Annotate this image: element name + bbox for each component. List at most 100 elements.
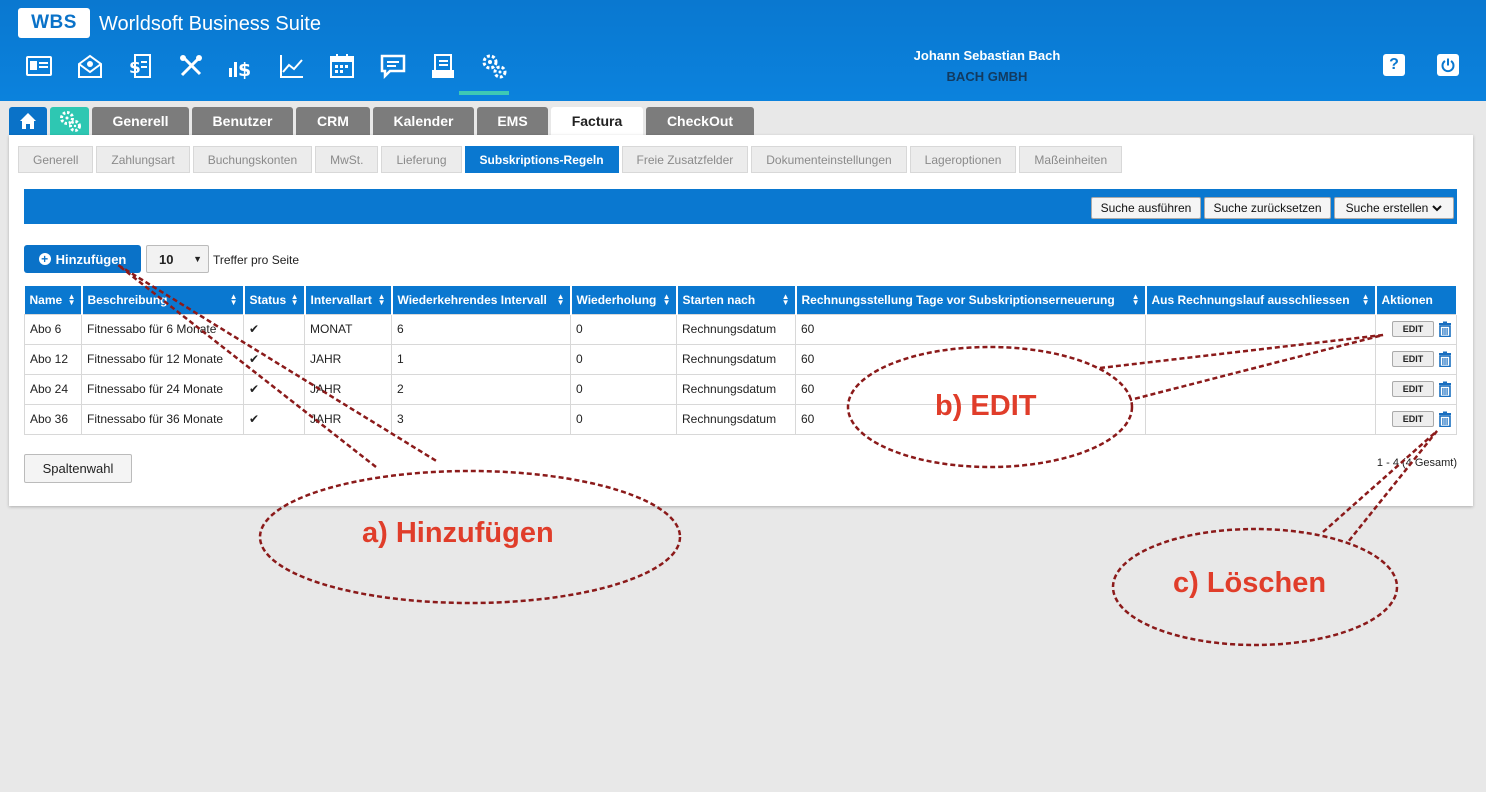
sort-icon: ▲ ▼ (781, 292, 790, 307)
table-header-row: Name ▲ ▼ Beschreibung ▲ ▼ Status ▲ ▼ Intervall… (24, 286, 1458, 314)
power-icon[interactable] (1437, 54, 1459, 76)
chevron-down-icon (1432, 205, 1443, 212)
subtab-dokumenteinstellungen[interactable]: Dokumenteinstellungen (751, 146, 907, 173)
page-size-select[interactable]: 10 ▼ (146, 245, 209, 273)
home-tab[interactable] (9, 107, 47, 135)
active-module-indicator (459, 91, 509, 95)
table-row[interactable]: Abo 24 Fitnessabo für 24 Monate ✔ JAHR 2… (24, 373, 1457, 405)
trash-icon[interactable] (1438, 351, 1452, 367)
cell-actions: EDIT (1375, 343, 1457, 375)
cell-actions: EDIT (1375, 313, 1457, 345)
add-button[interactable]: + Hinzufügen (24, 245, 141, 273)
user-name: Johann Sebastian Bach (913, 48, 1061, 63)
sort-icon: ▲ ▼ (1131, 292, 1140, 307)
col-starten-nach[interactable]: Starten nach ▲ ▼ (676, 286, 797, 314)
subtab-mwst[interactable]: MwSt. (315, 146, 379, 173)
table-row[interactable]: Abo 12 Fitnessabo für 12 Monate ✔ JAHR 1… (24, 343, 1457, 375)
cell-repeat: 0 (570, 313, 677, 345)
subtab-masseinheiten[interactable]: Maßeinheiten (1019, 146, 1123, 173)
home-icon (20, 113, 36, 129)
cell-exclude (1145, 313, 1376, 345)
cell-type: JAHR (304, 373, 392, 405)
col-intervall[interactable]: Wiederkehrendes Intervall ▲ ▼ (391, 286, 572, 314)
user-company: BACH GMBH (946, 69, 1028, 84)
help-icon[interactable]: ? (1383, 54, 1405, 76)
trash-icon[interactable] (1438, 411, 1452, 427)
table-row[interactable]: Abo 36 Fitnessabo für 36 Monate ✔ JAHR 3… (24, 403, 1457, 435)
trash-icon[interactable] (1438, 381, 1452, 397)
subtab-freie-zusatzfelder[interactable]: Freie Zusatzfelder (621, 146, 749, 173)
settings-gears-icon[interactable] (469, 50, 520, 82)
col-intervallart[interactable]: Intervallart ▲ ▼ (304, 286, 393, 314)
cell-interval: 2 (391, 373, 571, 405)
gears-icon (59, 111, 81, 132)
cell-type: JAHR (304, 403, 392, 435)
search-create-label: Suche erstellen (1345, 201, 1429, 215)
tab-kalender[interactable]: Kalender (373, 107, 474, 135)
subtab-subskriptions-regeln[interactable]: Subskriptions-Regeln (464, 146, 619, 173)
search-run-button[interactable]: Suche ausführen (1091, 197, 1201, 219)
invoice-dollar-icon[interactable]: $ (115, 50, 166, 82)
trash-icon[interactable] (1438, 321, 1452, 337)
subtab-generell[interactable]: Generell (18, 146, 94, 173)
subtab-buchungskonten[interactable]: Buchungskonten (192, 146, 313, 173)
tab-factura[interactable]: Factura (551, 107, 643, 135)
subtab-lieferung[interactable]: Lieferung (381, 146, 462, 173)
col-wiederholung[interactable]: Wiederholung ▲ ▼ (570, 286, 678, 314)
cell-start: Rechnungsdatum (676, 343, 796, 375)
cell-desc: Fitnessabo für 24 Monate (81, 373, 244, 405)
cell-interval: 1 (391, 343, 571, 375)
edit-button[interactable]: EDIT (1392, 381, 1434, 397)
search-reset-button[interactable]: Suche zurücksetzen (1204, 197, 1331, 219)
column-select-button[interactable]: Spaltenwahl (24, 454, 132, 483)
id-card-icon[interactable] (14, 50, 65, 82)
edit-button[interactable]: EDIT (1392, 411, 1434, 427)
cell-repeat: 0 (570, 403, 677, 435)
app-title: Worldsoft Business Suite (99, 13, 321, 35)
sort-icon: ▲ ▼ (1361, 292, 1370, 307)
cell-start: Rechnungsdatum (676, 403, 796, 435)
subtab-lageroptionen[interactable]: Lageroptionen (909, 146, 1017, 173)
chart-icon[interactable] (267, 50, 318, 82)
sort-icon: ▲ ▼ (377, 292, 386, 307)
search-create-dropdown[interactable]: Suche erstellen (1334, 197, 1454, 219)
settings-tab[interactable] (50, 107, 89, 135)
col-status[interactable]: Status ▲ ▼ (243, 286, 306, 314)
col-beschreibung[interactable]: Beschreibung ▲ ▼ (81, 286, 245, 314)
callout-b-label: b) EDIT (935, 390, 1037, 422)
subscription-rules-table: Name ▲ ▼ Beschreibung ▲ ▼ Status ▲ ▼ Intervall… (24, 286, 1458, 435)
tools-icon[interactable] (166, 50, 217, 82)
edit-button[interactable]: EDIT (1392, 321, 1434, 337)
calendar-icon[interactable] (317, 50, 368, 82)
status-check-icon: ✔ (243, 403, 305, 435)
edit-button[interactable]: EDIT (1392, 351, 1434, 367)
col-rechnungsstellung[interactable]: Rechnungsstellung Tage vor Subskriptions… (795, 286, 1147, 314)
subtab-zahlungsart[interactable]: Zahlungsart (96, 146, 190, 173)
wbs-logo[interactable]: WBS (18, 8, 90, 38)
cell-name: Abo 36 (24, 403, 82, 435)
module-nav: $ $ (14, 50, 519, 90)
pager-info: 1 - 4 (4 Gesamt) (1376, 457, 1457, 469)
table-row[interactable]: Abo 6 Fitnessabo für 6 Monate ✔ MONAT 6 … (24, 313, 1457, 345)
tab-benutzer[interactable]: Benutzer (192, 107, 293, 135)
cell-days: 60 (795, 343, 1146, 375)
svg-text:$: $ (238, 59, 251, 80)
col-name[interactable]: Name ▲ ▼ (24, 286, 83, 314)
cell-exclude (1145, 373, 1376, 405)
cell-desc: Fitnessabo für 36 Monate (81, 403, 244, 435)
app-header: WBS Worldsoft Business Suite $ $ Johann … (0, 0, 1486, 101)
tab-checkout[interactable]: CheckOut (646, 107, 754, 135)
cell-exclude (1145, 343, 1376, 375)
col-ausschliessen[interactable]: Aus Rechnungslauf ausschliessen ▲ ▼ (1145, 286, 1377, 314)
money-icon[interactable]: $ (216, 50, 267, 82)
documents-icon[interactable] (418, 50, 469, 82)
main-tabs: Generell Benutzer CRM Kalender EMS Factu… (9, 107, 757, 135)
tab-ems[interactable]: EMS (477, 107, 548, 135)
tab-generell[interactable]: Generell (92, 107, 189, 135)
mail-icon[interactable] (65, 50, 116, 82)
tab-crm[interactable]: CRM (296, 107, 370, 135)
page-size-value: 10 (159, 251, 174, 267)
sort-icon: ▲ ▼ (229, 292, 238, 307)
cell-desc: Fitnessabo für 6 Monate (81, 313, 244, 345)
chat-icon[interactable] (368, 50, 419, 82)
